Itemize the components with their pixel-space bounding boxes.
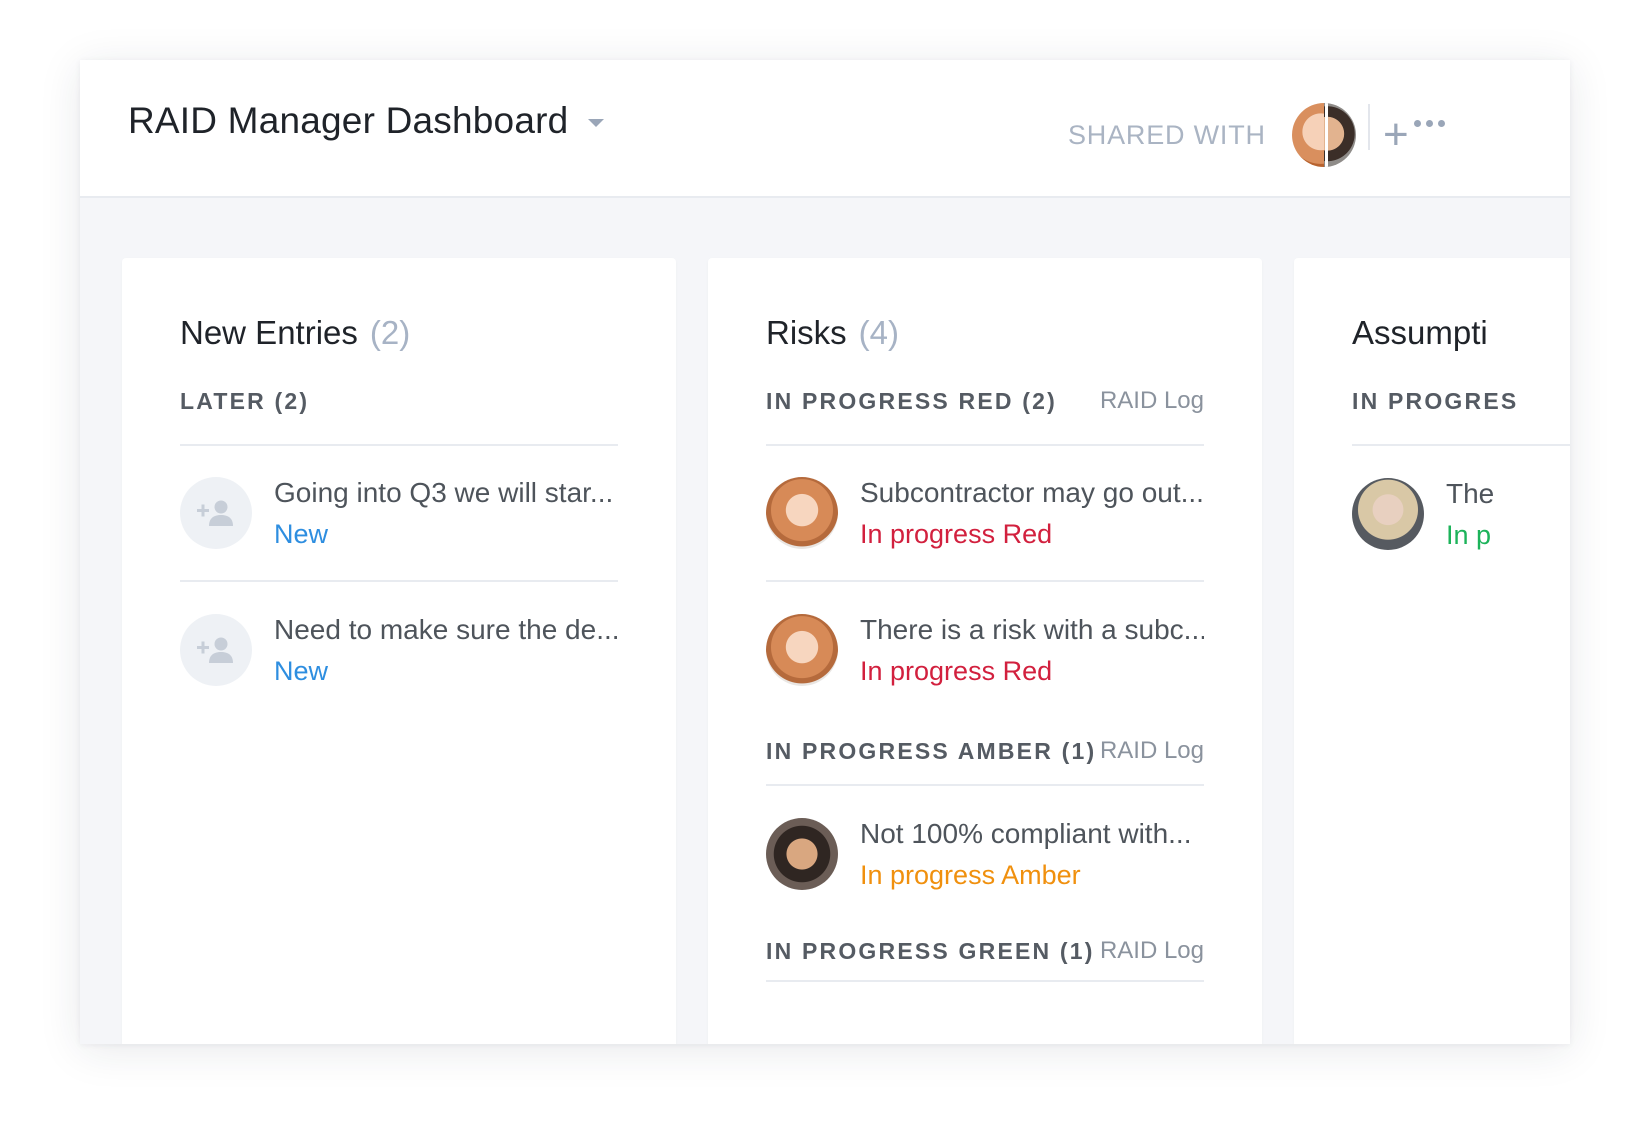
dashboard-title-dropdown[interactable]: RAID Manager Dashboard: [128, 100, 605, 142]
column-new-entries: New Entries (2) LATER (2) Going into Q3 …: [122, 258, 676, 1044]
page-title: RAID Manager Dashboard: [128, 100, 569, 141]
list-item[interactable]: Need to make sure the de... New: [180, 582, 618, 718]
group-header: IN PROGRESS RED (2) RAID Log: [766, 358, 1204, 446]
group-header: IN PROGRES: [1352, 358, 1570, 446]
group-name: LATER (2): [180, 387, 310, 414]
avatar: [1352, 478, 1424, 550]
status-badge: New: [274, 655, 329, 686]
column-title: Risks (4): [766, 314, 1204, 358]
header-divider: [1368, 104, 1370, 150]
app-window: RAID Manager Dashboard SHARED WITH + New…: [80, 60, 1570, 1044]
group-header: IN PROGRESS AMBER (1) RAID Log: [766, 718, 1204, 786]
group-header: IN PROGRESS GREEN (1) RAID Log: [766, 922, 1204, 982]
item-title: Subcontractor may go out...: [860, 476, 1204, 508]
status-badge: In p: [1446, 519, 1492, 550]
column-count: (4): [858, 314, 900, 351]
item-title: There is a risk with a subc...: [860, 613, 1204, 645]
add-person-icon: [197, 637, 233, 663]
column-name: New Entries: [180, 314, 358, 351]
add-user-button[interactable]: +: [1378, 113, 1414, 157]
column-risks: Risks (4) IN PROGRESS RED (2) RAID Log S…: [708, 258, 1262, 1044]
list-item[interactable]: There is a risk with a subc... In progre…: [766, 582, 1204, 718]
column-title: Assumpti: [1352, 314, 1570, 358]
list-item[interactable]: The In p: [1352, 446, 1570, 582]
group-name: IN PROGRESS GREEN (1): [766, 937, 1095, 964]
avatar: [766, 477, 838, 549]
item-title: Need to make sure the de...: [274, 613, 618, 645]
list-item[interactable]: Subcontractor may go out... In progress …: [766, 446, 1204, 582]
column-assumptions: Assumpti IN PROGRES The In p: [1294, 258, 1570, 1044]
shared-with-label: SHARED WITH: [1068, 119, 1266, 150]
shared-with: SHARED WITH +: [1068, 98, 1414, 172]
item-title: The: [1446, 477, 1495, 509]
status-badge: In progress Amber: [860, 859, 1081, 890]
column-title: New Entries (2): [180, 314, 618, 358]
avatar: [180, 614, 252, 686]
chevron-down-icon[interactable]: [588, 119, 605, 127]
column-name: Risks: [766, 314, 847, 351]
list-item[interactable]: Going into Q3 we will star... New: [180, 446, 618, 582]
item-title: Not 100% compliant with...: [860, 817, 1192, 849]
avatar: [1323, 103, 1356, 167]
header-bar: RAID Manager Dashboard SHARED WITH +: [80, 60, 1570, 198]
status-badge: In progress Red: [860, 518, 1053, 549]
raid-log-link[interactable]: RAID Log: [1100, 937, 1204, 965]
avatar: [766, 614, 838, 686]
raid-log-link[interactable]: RAID Log: [1100, 387, 1204, 415]
item-title: Going into Q3 we will star...: [274, 476, 614, 508]
status-badge: New: [274, 518, 329, 549]
add-person-icon: [197, 500, 233, 526]
more-options-button[interactable]: [1414, 110, 1445, 137]
column-count: (2): [369, 314, 411, 351]
avatar: [766, 818, 838, 890]
more-horizontal-icon: [1414, 120, 1421, 127]
list-item[interactable]: Not 100% compliant with... In progress A…: [766, 786, 1204, 922]
group-header: LATER (2): [180, 358, 618, 446]
column-name: Assumpti: [1352, 314, 1488, 351]
shared-users-avatar[interactable]: [1289, 101, 1358, 169]
group-name: IN PROGRESS RED (2): [766, 387, 1058, 414]
group-name: IN PROGRESS AMBER (1): [766, 737, 1097, 764]
group-name: IN PROGRES: [1352, 387, 1519, 414]
avatar: [180, 477, 252, 549]
status-badge: In progress Red: [860, 655, 1053, 686]
raid-log-link[interactable]: RAID Log: [1100, 737, 1204, 765]
board: New Entries (2) LATER (2) Going into Q3 …: [80, 200, 1570, 1044]
avatar: [1291, 103, 1324, 167]
